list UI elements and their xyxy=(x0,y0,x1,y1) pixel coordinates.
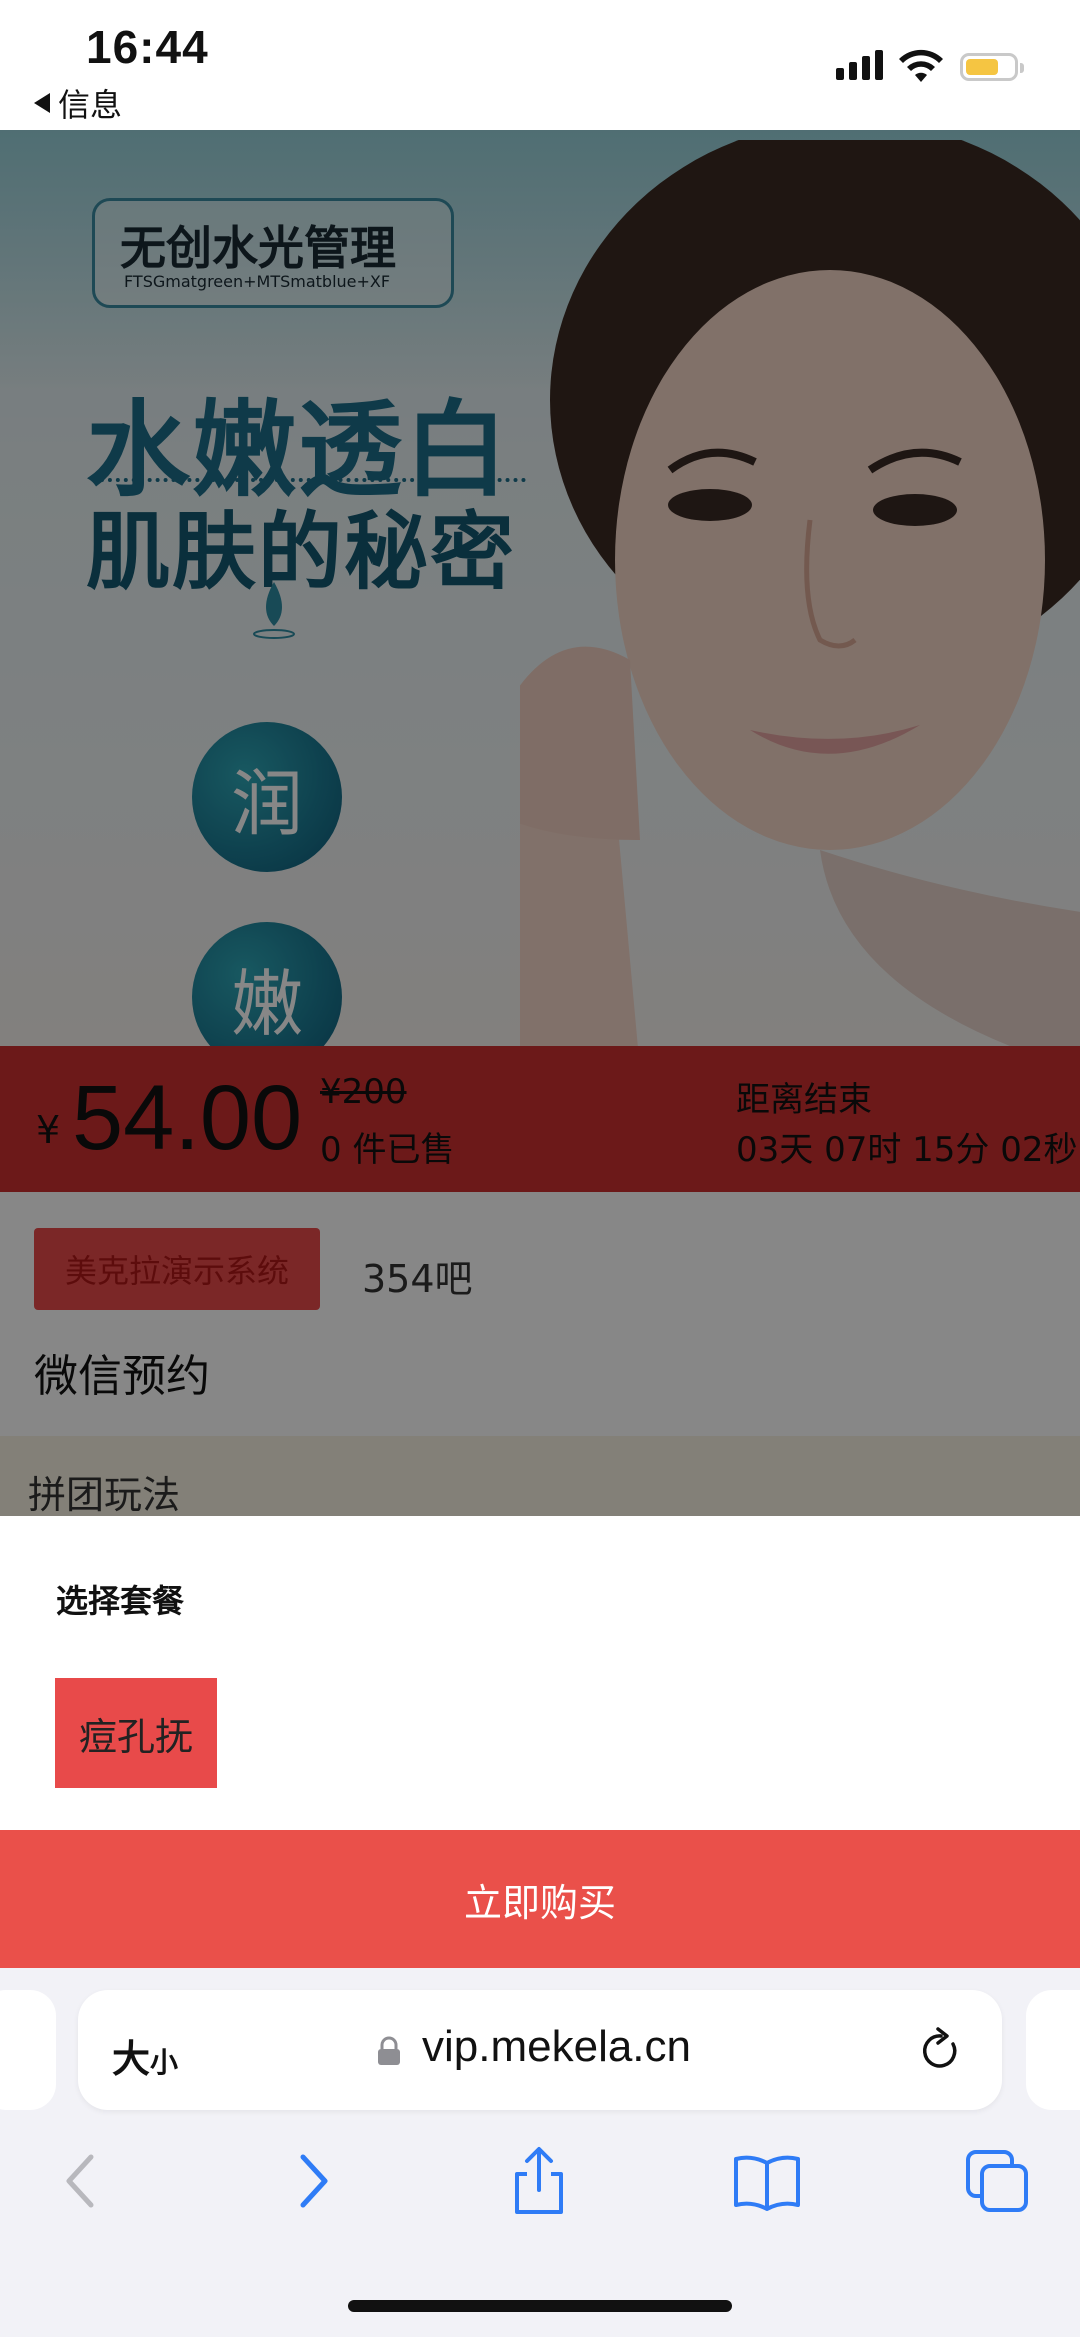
wifi-icon xyxy=(899,49,943,82)
status-time: 16:44 xyxy=(86,21,209,73)
back-button[interactable] xyxy=(46,2146,116,2216)
text-size-small: 小 xyxy=(150,2046,179,2079)
reload-icon[interactable] xyxy=(918,2026,964,2076)
modal-backdrop[interactable] xyxy=(0,130,1080,1516)
package-option[interactable]: 痘孔抚 xyxy=(55,1678,217,1788)
home-indicator xyxy=(348,2300,732,2312)
forward-button[interactable] xyxy=(278,2146,348,2216)
chevron-right-icon xyxy=(300,2154,328,2208)
tabs-icon xyxy=(966,2150,1028,2212)
next-tab-card[interactable] xyxy=(1026,1990,1080,2110)
url-text[interactable]: vip.mekela.cn xyxy=(422,2022,691,2072)
bookmarks-button[interactable] xyxy=(732,2146,802,2216)
previous-tab-card[interactable] xyxy=(0,1990,56,2110)
text-size-button[interactable]: 大小 xyxy=(112,2028,178,2083)
sheet-title: 选择套餐 xyxy=(56,1582,185,1620)
back-triangle-icon xyxy=(34,93,50,113)
tabs-button[interactable] xyxy=(962,2146,1032,2216)
share-button[interactable] xyxy=(504,2146,574,2216)
back-to-app-link[interactable]: 信息 xyxy=(34,80,122,126)
chevron-left-icon xyxy=(66,2154,94,2208)
lock-icon xyxy=(378,2036,400,2065)
text-size-big: 大 xyxy=(112,2037,151,2081)
buy-now-button[interactable]: 立即购买 xyxy=(0,1830,1080,1968)
cellular-signal-icon xyxy=(836,50,883,80)
share-icon xyxy=(515,2147,563,2214)
battery-icon xyxy=(960,53,1024,81)
book-icon xyxy=(734,2155,800,2211)
back-app-label: 信息 xyxy=(58,86,123,124)
